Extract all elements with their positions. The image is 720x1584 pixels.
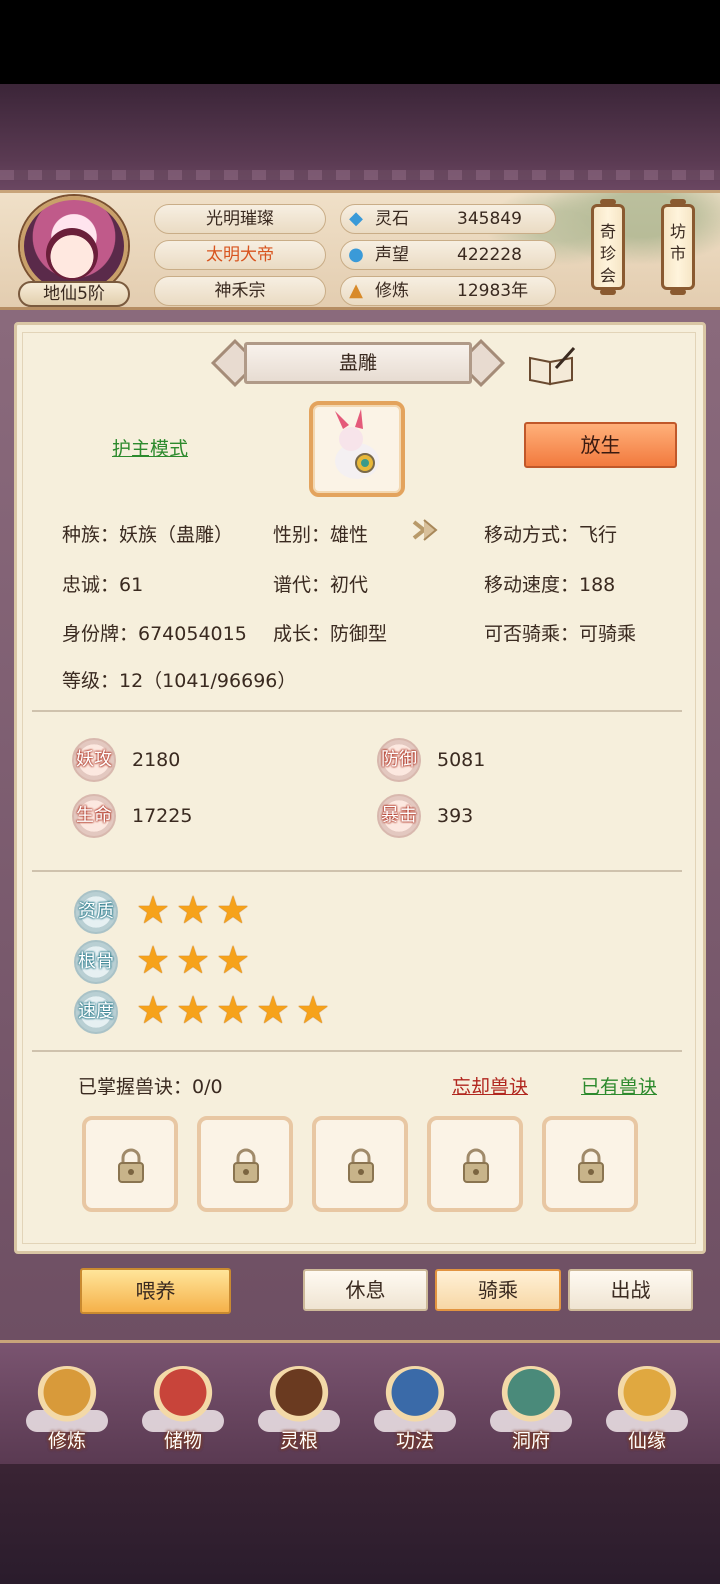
skill-slot[interactable] bbox=[197, 1116, 293, 1212]
nav-label: 储物 bbox=[163, 1430, 202, 1452]
resource-cultivation: ▲ 修炼 12983年 bbox=[340, 276, 556, 306]
handbook-icon[interactable] bbox=[526, 346, 576, 386]
fate-gourd-icon bbox=[614, 1366, 680, 1432]
ornament-border bbox=[0, 170, 720, 180]
aptitude-stars-quality: ★ ★ ★ bbox=[136, 888, 252, 932]
star-icon: ★ bbox=[216, 888, 251, 932]
star-icon: ★ bbox=[136, 938, 171, 982]
player-name: 光明璀璨 bbox=[154, 204, 326, 234]
divider bbox=[32, 1050, 682, 1052]
cultivate-icon bbox=[34, 1366, 100, 1432]
aptitude-badge-quality: 资质 bbox=[74, 890, 118, 934]
pet-name-plate: 蛊雕 bbox=[210, 338, 506, 388]
rest-button[interactable]: 休息 bbox=[303, 1269, 428, 1311]
stat-badge-defense: 防御 bbox=[377, 738, 421, 782]
mastered-skills-count: 已掌握兽诀：0/0 bbox=[78, 1076, 223, 1098]
nav-label: 灵根 bbox=[279, 1430, 318, 1452]
nav-label: 功法 bbox=[395, 1430, 434, 1452]
info-rideable: 可否骑乘：可骑乘 bbox=[484, 623, 637, 645]
skill-slot[interactable] bbox=[542, 1116, 638, 1212]
gender-arrow-icon[interactable] bbox=[410, 516, 440, 544]
star-icon: ★ bbox=[136, 988, 171, 1032]
lock-icon bbox=[578, 1148, 604, 1183]
status-bar bbox=[0, 0, 720, 84]
nav-label: 修炼 bbox=[47, 1430, 86, 1452]
rank-badge: 地仙5阶 bbox=[18, 281, 130, 307]
star-icon: ★ bbox=[136, 888, 171, 932]
divider bbox=[32, 710, 682, 712]
aptitude-badge-speed: 速度 bbox=[74, 990, 118, 1034]
info-loyalty: 忠诚：61 bbox=[62, 574, 144, 596]
aptitude-stars-bone: ★ ★ ★ bbox=[136, 938, 252, 982]
stat-value-defense: 5081 bbox=[437, 749, 486, 771]
star-icon: ★ bbox=[256, 988, 291, 1032]
nav-storage-bag[interactable]: 储物 bbox=[140, 1366, 226, 1458]
stat-badge-crit: 暴击 bbox=[377, 794, 421, 838]
nav-label: 仙缘 bbox=[627, 1430, 666, 1452]
stat-value-hp: 17225 bbox=[132, 805, 193, 827]
pet-name: 蛊雕 bbox=[244, 342, 472, 384]
lock-icon bbox=[463, 1148, 489, 1183]
feed-button[interactable]: 喂养 bbox=[80, 1268, 231, 1314]
info-growth: 成长：防御型 bbox=[273, 623, 388, 645]
player-sect: 神禾宗 bbox=[154, 276, 326, 306]
stat-badge-attack: 妖攻 bbox=[72, 738, 116, 782]
divider bbox=[32, 870, 682, 872]
stat-badge-hp: 生命 bbox=[72, 794, 116, 838]
lock-icon bbox=[233, 1148, 259, 1183]
aptitude-badge-bone: 根骨 bbox=[74, 940, 118, 984]
nav-label: 洞府 bbox=[511, 1430, 550, 1452]
info-race: 种族：妖族（蛊雕） bbox=[62, 524, 234, 546]
pet-portrait[interactable] bbox=[309, 401, 405, 497]
nav-technique-book[interactable]: 功法 bbox=[372, 1366, 458, 1458]
owned-skills-link[interactable]: 已有兽诀 bbox=[581, 1072, 657, 1099]
treasure-fair-button[interactable]: 奇 珍 会 bbox=[591, 199, 625, 295]
star-icon: ★ bbox=[176, 888, 211, 932]
nav-cultivate[interactable]: 修炼 bbox=[24, 1366, 110, 1458]
reputation-icon: ● bbox=[348, 244, 364, 265]
nav-fate-gourd[interactable]: 仙缘 bbox=[604, 1366, 690, 1458]
skill-slot[interactable] bbox=[427, 1116, 523, 1212]
pet-sprite-icon bbox=[335, 409, 379, 479]
info-gender: 性别：雄性 bbox=[273, 524, 369, 546]
info-move-speed: 移动速度：188 bbox=[484, 574, 616, 596]
guard-mode-link[interactable]: 护主模式 bbox=[112, 434, 188, 461]
star-icon: ★ bbox=[176, 938, 211, 982]
avatar-portrait bbox=[46, 228, 98, 280]
resource-reputation: ● 声望 422228 bbox=[340, 240, 556, 270]
cultivation-icon: ▲ bbox=[349, 280, 363, 301]
info-level: 等级：12（1041/96696） bbox=[62, 670, 297, 692]
release-button[interactable]: 放生 bbox=[524, 422, 677, 468]
skill-slot[interactable] bbox=[312, 1116, 408, 1212]
nav-cave-mansion[interactable]: 洞府 bbox=[488, 1366, 574, 1458]
nav-spirit-root[interactable]: 灵根 bbox=[256, 1366, 342, 1458]
star-icon: ★ bbox=[296, 988, 331, 1032]
storage-bag-icon bbox=[150, 1366, 216, 1432]
technique-book-icon bbox=[382, 1366, 448, 1432]
market-button[interactable]: 坊 市 bbox=[661, 199, 695, 295]
lock-icon bbox=[348, 1148, 374, 1183]
player-title[interactable]: 太明大帝 bbox=[154, 240, 326, 270]
stat-value-attack: 2180 bbox=[132, 749, 181, 771]
star-icon: ★ bbox=[176, 988, 211, 1032]
cave-mansion-icon bbox=[498, 1366, 564, 1432]
info-id-tag: 身份牌：674054015 bbox=[62, 623, 247, 645]
bottom-bar bbox=[0, 1464, 720, 1584]
skill-slot[interactable] bbox=[82, 1116, 178, 1212]
spirit-root-icon bbox=[266, 1366, 332, 1432]
stat-value-crit: 393 bbox=[437, 805, 474, 827]
ride-button[interactable]: 骑乘 bbox=[435, 1269, 561, 1311]
aptitude-stars-speed: ★ ★ ★ ★ ★ bbox=[136, 988, 332, 1032]
lock-icon bbox=[118, 1148, 144, 1183]
star-icon: ★ bbox=[216, 988, 251, 1032]
info-generation: 谱代：初代 bbox=[273, 574, 369, 596]
star-icon: ★ bbox=[216, 938, 251, 982]
forget-skill-link[interactable]: 忘却兽诀 bbox=[452, 1072, 528, 1099]
resource-spirit-stone: ◆ 灵石 345849 bbox=[340, 204, 556, 234]
battle-button[interactable]: 出战 bbox=[568, 1269, 693, 1311]
spirit-stone-icon: ◆ bbox=[349, 208, 363, 229]
info-move-type: 移动方式：飞行 bbox=[484, 524, 618, 546]
